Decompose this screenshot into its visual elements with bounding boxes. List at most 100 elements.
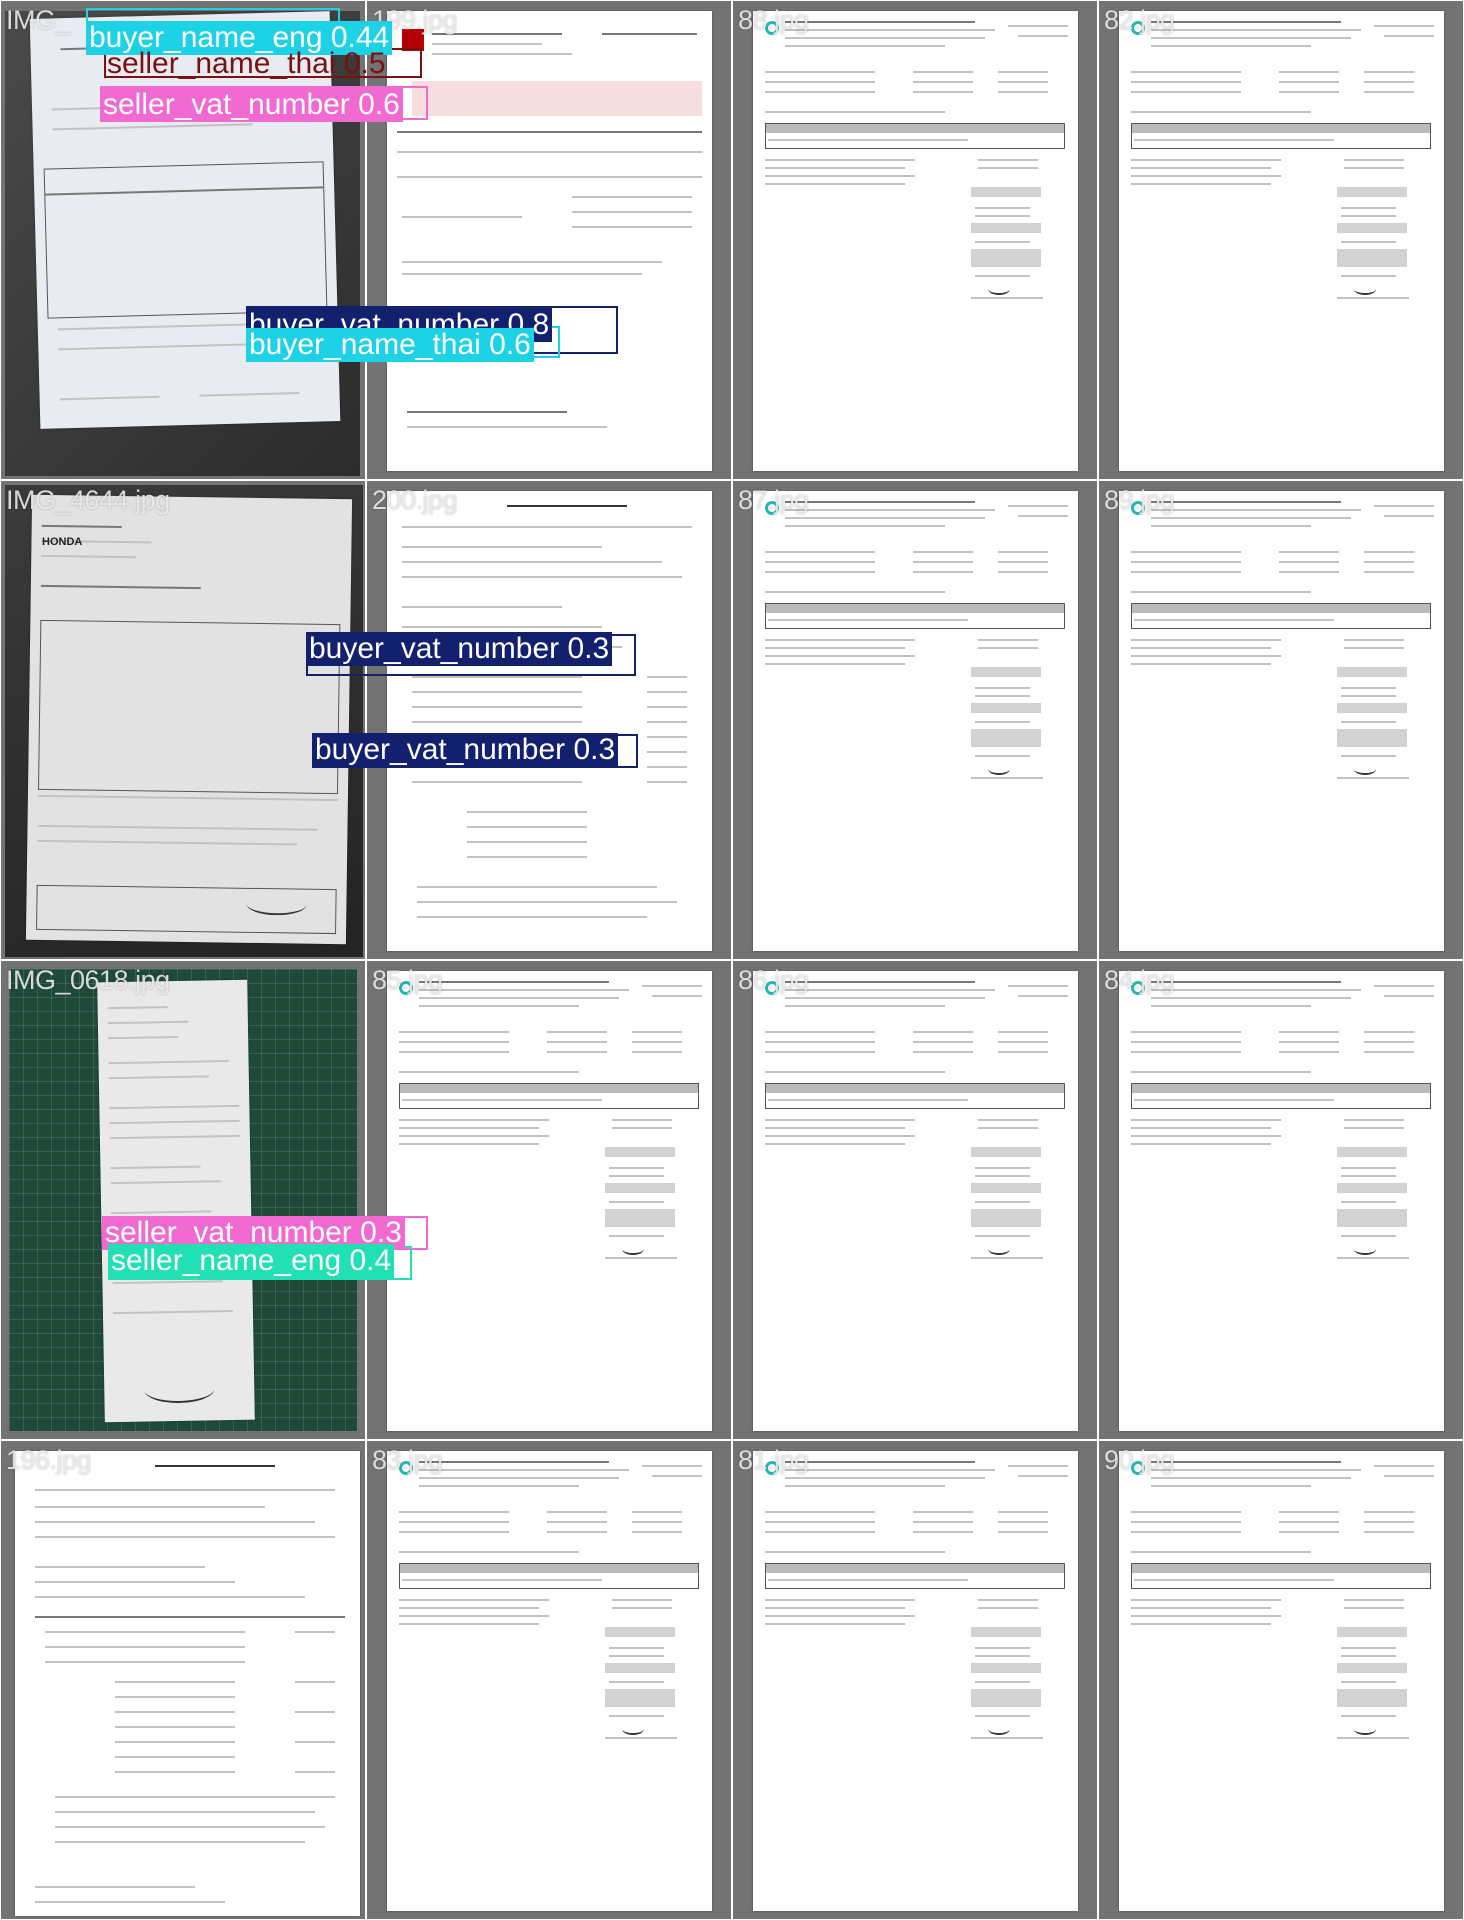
page-mark bbox=[1279, 81, 1339, 83]
page-mark bbox=[765, 1071, 945, 1073]
grid-cell: IMG_0618.jpg bbox=[0, 960, 366, 1440]
page-mark bbox=[1341, 1647, 1396, 1649]
page-mark bbox=[765, 71, 875, 73]
page-mark bbox=[1364, 1051, 1414, 1053]
grid-cell: 90.jpg bbox=[1098, 1440, 1464, 1920]
page-mark bbox=[971, 729, 1041, 747]
page-mark bbox=[765, 183, 905, 185]
page-mark bbox=[605, 1627, 675, 1637]
page-mark bbox=[975, 1655, 1030, 1657]
page-mark bbox=[998, 81, 1048, 83]
page-mark bbox=[1131, 571, 1241, 573]
page-mark bbox=[399, 1599, 549, 1601]
page-mark bbox=[1132, 1564, 1430, 1573]
page-mark bbox=[971, 1147, 1041, 1157]
page-mark bbox=[1279, 1031, 1339, 1033]
page-mark bbox=[1364, 571, 1414, 573]
page-mark bbox=[766, 124, 1064, 133]
page-mark bbox=[609, 1235, 664, 1237]
page-mark bbox=[399, 1071, 579, 1073]
page-mark bbox=[1132, 604, 1430, 613]
page-mark bbox=[1337, 729, 1407, 747]
page-mark bbox=[1131, 1051, 1241, 1053]
page-mark bbox=[766, 1564, 1064, 1573]
page-mark bbox=[971, 1257, 1043, 1259]
page-mark bbox=[765, 663, 905, 665]
form-page bbox=[753, 11, 1078, 471]
page-mark bbox=[765, 1531, 875, 1533]
page-mark bbox=[419, 997, 619, 999]
page-mark bbox=[785, 21, 975, 23]
page-mark bbox=[765, 91, 875, 93]
image-filename: IMG_ bbox=[6, 5, 71, 35]
page-mark bbox=[1151, 981, 1341, 983]
page-mark bbox=[765, 1031, 875, 1033]
page-mark bbox=[399, 1551, 579, 1553]
page-mark bbox=[632, 1521, 682, 1523]
detection-label: seller_vat_number 0.6 bbox=[100, 88, 403, 122]
page-mark bbox=[1134, 619, 1334, 621]
page-mark bbox=[785, 1485, 945, 1487]
page-mark bbox=[1344, 1599, 1404, 1601]
page-mark bbox=[1018, 35, 1068, 37]
page-mark bbox=[785, 989, 995, 991]
page-mark bbox=[1131, 663, 1271, 665]
page-mark bbox=[765, 81, 875, 83]
page-mark bbox=[913, 1051, 973, 1053]
page-mark bbox=[971, 1737, 1043, 1739]
page-mark bbox=[998, 1511, 1048, 1513]
page-mark bbox=[768, 619, 968, 621]
page-mark bbox=[765, 159, 915, 161]
signature-mark bbox=[988, 283, 1010, 295]
page-mark bbox=[971, 1209, 1041, 1227]
page-mark bbox=[1008, 25, 1068, 27]
page-mark bbox=[1131, 1551, 1311, 1553]
prediction-grid: IMG_ 199.jpg 88.jpg 82.jpg IMG_4644.jpg … bbox=[0, 0, 1464, 1920]
page-mark bbox=[605, 1183, 675, 1193]
page-mark bbox=[998, 1521, 1048, 1523]
page-mark bbox=[632, 1051, 682, 1053]
page-mark bbox=[975, 695, 1030, 697]
page-mark bbox=[1337, 1257, 1409, 1259]
page-mark bbox=[975, 1681, 1030, 1683]
page-mark bbox=[1131, 591, 1311, 593]
page-mark bbox=[913, 81, 973, 83]
page-mark bbox=[1364, 561, 1414, 563]
page-mark bbox=[1341, 1655, 1396, 1657]
image-filename: 81.jpg bbox=[738, 1445, 809, 1475]
page-mark bbox=[605, 1663, 675, 1673]
page-mark bbox=[547, 1051, 607, 1053]
page-mark bbox=[768, 1579, 968, 1581]
page-mark bbox=[1364, 1521, 1414, 1523]
page-mark bbox=[785, 501, 975, 503]
page-mark bbox=[971, 1663, 1041, 1673]
page-mark bbox=[1344, 1119, 1404, 1121]
page-mark bbox=[1344, 159, 1404, 161]
image-filename: 83.jpg bbox=[372, 1445, 443, 1475]
page-mark bbox=[1384, 515, 1434, 517]
page-mark bbox=[605, 1689, 675, 1707]
page-mark bbox=[765, 1599, 915, 1601]
page-mark bbox=[1337, 1737, 1409, 1739]
page-mark bbox=[1341, 1201, 1396, 1203]
page-mark bbox=[998, 1031, 1048, 1033]
page-mark bbox=[971, 249, 1041, 267]
page-mark bbox=[975, 755, 1030, 757]
page-mark bbox=[975, 207, 1030, 209]
page-mark bbox=[1344, 647, 1404, 649]
page-mark bbox=[785, 997, 985, 999]
page-mark bbox=[765, 1041, 875, 1043]
page-mark bbox=[1337, 1147, 1407, 1157]
page-mark bbox=[1364, 91, 1414, 93]
page-mark bbox=[609, 1167, 664, 1169]
page-mark bbox=[975, 1715, 1030, 1717]
page-mark bbox=[632, 1511, 682, 1513]
page-mark bbox=[1151, 37, 1351, 39]
page-mark bbox=[1131, 1615, 1281, 1617]
page-mark bbox=[1279, 1041, 1339, 1043]
page-mark bbox=[1131, 551, 1241, 553]
page-mark bbox=[1008, 505, 1068, 507]
page-mark bbox=[998, 1531, 1048, 1533]
page-mark bbox=[1364, 551, 1414, 553]
page-mark bbox=[1151, 1485, 1311, 1487]
